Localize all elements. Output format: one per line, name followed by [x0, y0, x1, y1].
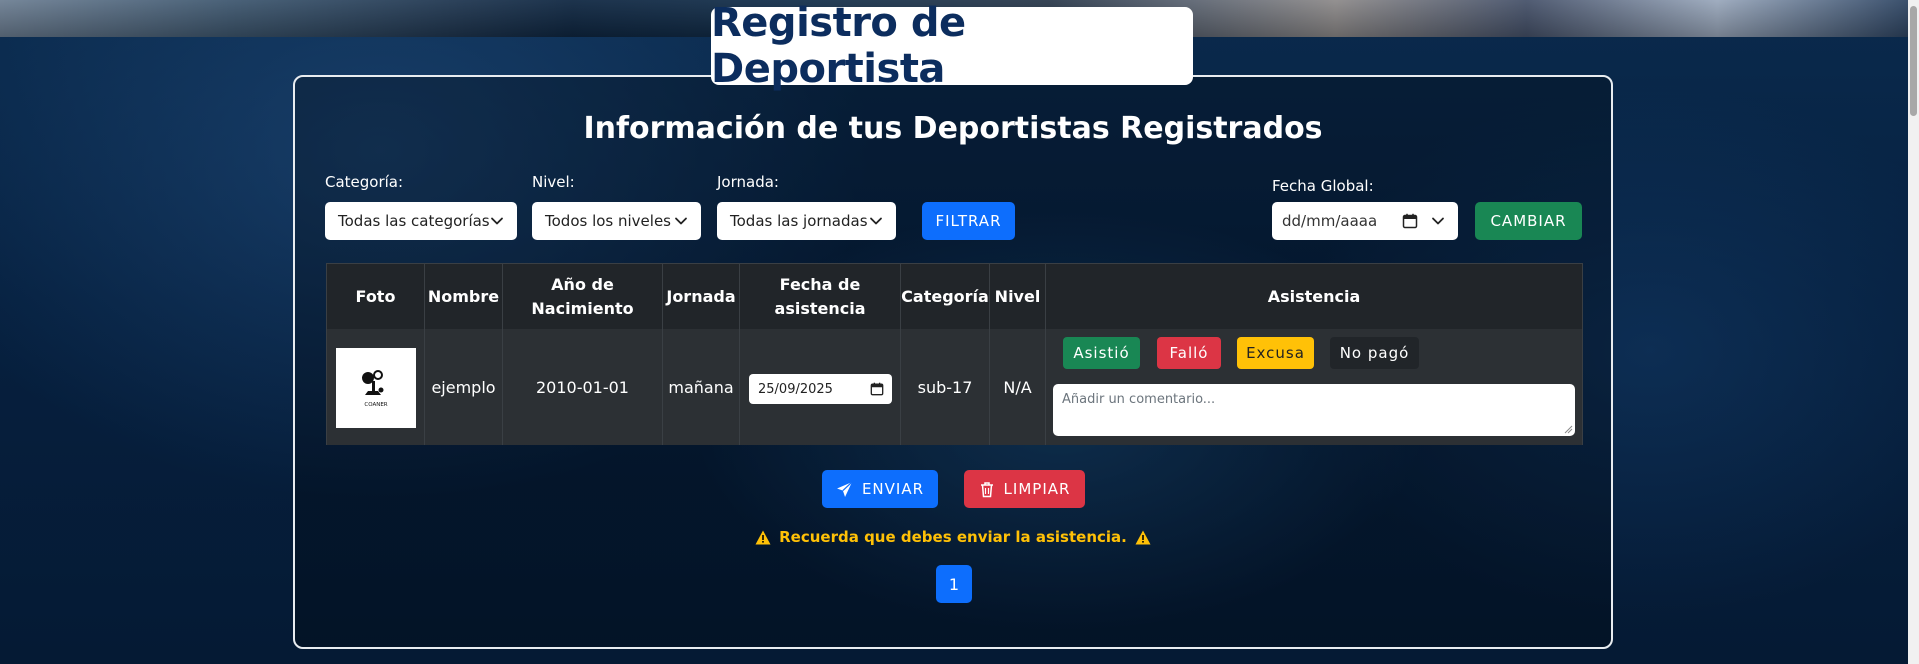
column-header-attendance: Asistencia: [1267, 286, 1361, 306]
table-row-birth-year: 2010-01-01: [503, 329, 663, 445]
athlete-photo: COANER: [336, 348, 416, 428]
send-reminder: Recuerda que debes enviar la asistencia.: [295, 528, 1611, 546]
table-row-category: sub-17: [901, 329, 990, 445]
column-header-birth-year: Año de Nacimiento: [503, 264, 663, 329]
calendar-icon[interactable]: [870, 382, 884, 396]
level-select[interactable]: Todos los niveles: [532, 202, 701, 240]
failed-button[interactable]: Falló: [1157, 337, 1221, 369]
scrollbar-thumb[interactable]: [1910, 6, 1917, 116]
clear-button[interactable]: Limpiar: [964, 470, 1085, 508]
column-header-category: Categoría: [901, 264, 990, 329]
shift-filter-label: Jornada:: [717, 173, 779, 191]
comment-placeholder: Añadir un comentario...: [1062, 392, 1216, 407]
column-header-name: Nombre: [425, 264, 503, 329]
send-icon: [837, 481, 853, 497]
send-button-label: Enviar: [861, 480, 925, 498]
table-row-name: ejemplo: [425, 329, 503, 445]
athletes-table: Foto Nombre Año de Nacimiento Jornada Fe…: [326, 263, 1583, 445]
warning-icon: [755, 530, 771, 544]
filter-button[interactable]: Filtrar: [922, 202, 1015, 240]
warning-text: Recuerda que debes enviar la asistencia.: [779, 528, 1127, 546]
chevron-down-icon: [675, 217, 687, 225]
pagination-page-1[interactable]: 1: [936, 565, 972, 603]
coach-logo-icon: COANER: [362, 370, 388, 408]
send-button[interactable]: Enviar: [822, 470, 938, 508]
trash-icon: [980, 481, 993, 497]
shift-select[interactable]: Todas las jornadas: [717, 202, 896, 240]
attended-button[interactable]: Asistió: [1063, 337, 1140, 369]
page-scrollbar[interactable]: [1908, 0, 1919, 664]
category-filter-label: Categoría:: [325, 173, 404, 191]
warning-icon: [1135, 530, 1151, 544]
section-subtitle: Información de tus Deportistas Registrad…: [583, 111, 1323, 146]
table-row-shift: mañana: [663, 329, 740, 445]
level-filter-label: Nivel:: [532, 173, 575, 191]
excuse-button[interactable]: Excusa: [1237, 337, 1314, 369]
comment-textarea[interactable]: Añadir un comentario...: [1053, 384, 1575, 436]
attendance-date-value: 25/09/2025: [758, 381, 833, 397]
attendance-date-input[interactable]: 25/09/2025: [749, 374, 892, 404]
page-title: Registro de Deportista: [711, 0, 966, 92]
not-paid-button[interactable]: No pagó: [1330, 337, 1419, 369]
shift-select-value: Todas las jornadas: [730, 212, 868, 230]
chevron-down-icon: [491, 217, 503, 225]
global-date-label: Fecha Global:: [1272, 177, 1374, 195]
athlete-photo-caption: COANER: [364, 402, 387, 408]
column-header-level: Nivel: [990, 264, 1046, 329]
athletes-card: Información de tus Deportistas Registrad…: [293, 75, 1613, 649]
category-select[interactable]: Todas las categorías: [325, 202, 517, 240]
clear-button-label: Limpiar: [1003, 480, 1071, 498]
calendar-icon[interactable]: [1402, 213, 1418, 229]
page-title-box: Registro de Deportista: [711, 0, 1193, 92]
table-row-level: N/A: [990, 329, 1046, 445]
level-select-value: Todos los niveles: [545, 212, 671, 230]
global-date-placeholder: dd/mm/aaaa: [1282, 212, 1378, 230]
chevron-down-icon: [870, 217, 882, 225]
change-date-button[interactable]: Cambiar: [1475, 202, 1582, 240]
chevron-down-icon: [1432, 217, 1444, 225]
resize-handle-icon[interactable]: [1564, 425, 1573, 434]
column-header-photo: Foto: [327, 264, 425, 329]
column-header-shift: Jornada: [663, 264, 740, 329]
column-header-attendance-date: Fecha de asistencia: [740, 264, 901, 329]
global-date-input[interactable]: dd/mm/aaaa: [1272, 202, 1458, 240]
category-select-value: Todas las categorías: [338, 212, 490, 230]
